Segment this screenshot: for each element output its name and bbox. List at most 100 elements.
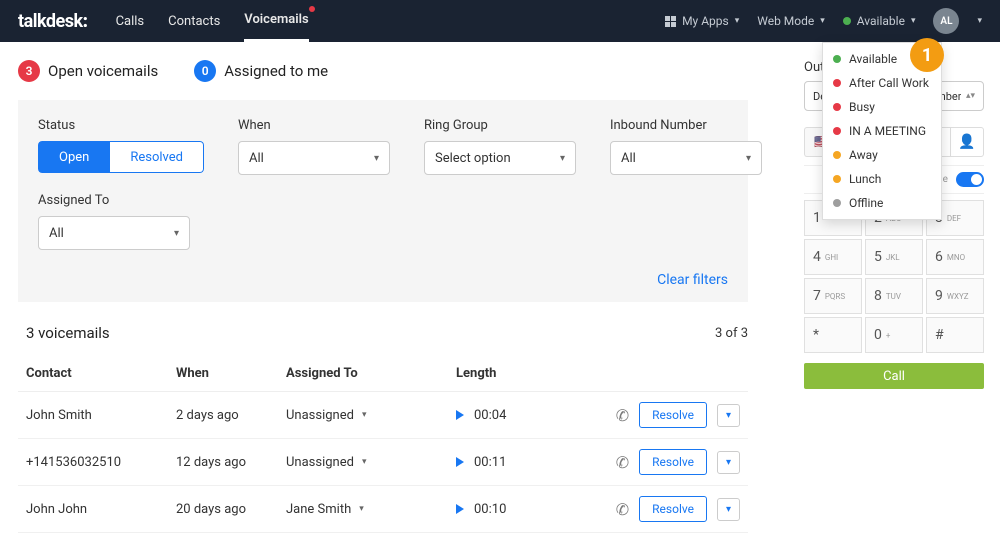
avatar[interactable]: AL (933, 8, 959, 34)
dialpad-key[interactable]: * (804, 317, 862, 353)
nav-contacts[interactable]: Contacts (168, 0, 220, 42)
dialpad-key[interactable]: # (926, 317, 984, 353)
filter-inbound-label: Inbound Number (610, 118, 762, 133)
assigned-value: Jane Smith (286, 502, 351, 517)
web-mode-button[interactable]: Web Mode ▾ (757, 14, 825, 28)
dialpad-key[interactable]: 7PQRS (804, 278, 862, 314)
key-letters: + (886, 331, 891, 340)
phone-icon[interactable]: ✆ (616, 453, 629, 472)
chevron-down-icon: ▾ (362, 410, 367, 420)
status-option-label: Away (849, 148, 878, 162)
key-number: 4 (813, 249, 821, 265)
length-value: 00:11 (474, 455, 506, 470)
play-icon[interactable] (456, 410, 464, 420)
dialpad-key[interactable]: 5 JKL (865, 239, 923, 275)
when-select[interactable]: All ▾ (238, 141, 390, 175)
chevron-down-icon: ▾ (911, 16, 916, 26)
filter-assigned-label: Assigned To (38, 193, 190, 208)
chevron-down-icon: ▾ (560, 153, 565, 164)
ring-group-select[interactable]: Select option ▾ (424, 141, 576, 175)
key-letters: DEF (947, 214, 961, 223)
assigned-value: Unassigned (286, 408, 354, 423)
resolve-button[interactable]: Resolve (639, 402, 707, 428)
inbound-number-select[interactable]: All ▾ (610, 141, 762, 175)
length-value: 00:10 (474, 502, 506, 517)
clear-filters-link[interactable]: Clear filters (657, 272, 728, 288)
person-icon: 👤 (958, 134, 975, 150)
contact-picker-button[interactable]: 👤 (950, 127, 984, 157)
key-letters: WXYZ (947, 292, 969, 301)
dialpad-key[interactable]: 0+ (865, 317, 923, 353)
apps-grid-icon (665, 16, 676, 27)
key-number: 5 (874, 249, 882, 265)
dialpad-key[interactable]: 9WXYZ (926, 278, 984, 314)
cell-when: 2 days ago (176, 408, 286, 423)
assigned-dropdown[interactable]: Unassigned ▾ (286, 455, 456, 470)
table-row: John Smith 2 days ago Unassigned ▾ 00:04… (18, 392, 748, 439)
filter-panel: Status Open Resolved When All ▾ Ring Gro… (18, 100, 748, 302)
chevron-down-icon: ▾ (374, 153, 379, 164)
cell-when: 20 days ago (176, 502, 286, 517)
call-button[interactable]: Call (804, 363, 984, 389)
key-letters: PQRS (825, 292, 845, 301)
assigned-dropdown[interactable]: Unassigned ▾ (286, 408, 456, 423)
status-option-label: After Call Work (849, 76, 929, 90)
phone-icon[interactable]: ✆ (616, 500, 629, 519)
more-actions-button[interactable]: ▾ (717, 498, 740, 521)
updown-icon: ▴▾ (966, 91, 975, 101)
notification-dot-icon (309, 6, 315, 12)
inbound-value: All (621, 151, 636, 166)
status-option[interactable]: Offline (823, 191, 941, 215)
nav-voicemails[interactable]: Voicemails (244, 0, 308, 42)
key-number: 8 (874, 288, 882, 304)
status-resolved-button[interactable]: Resolved (110, 141, 204, 173)
key-letters: JKL (886, 253, 900, 262)
status-indicator-icon (843, 17, 851, 25)
resolve-button[interactable]: Resolve (639, 496, 707, 522)
voicemail-pane: 3 Open voicemails 0 Assigned to me Statu… (0, 42, 788, 550)
cell-contact: John John (26, 502, 176, 517)
status-option-label: Offline (849, 196, 883, 210)
status-open-button[interactable]: Open (38, 141, 110, 173)
cell-length: 00:04 (456, 408, 586, 423)
dialpad-key[interactable]: 6MNO (926, 239, 984, 275)
chevron-down-icon: ▾ (359, 504, 364, 514)
status-option[interactable]: Lunch (823, 167, 941, 191)
status-dot-icon (833, 175, 841, 183)
my-apps-button[interactable]: My Apps ▾ (665, 14, 739, 28)
key-letters: GHI (825, 253, 838, 262)
play-icon[interactable] (456, 504, 464, 514)
tab-assigned-to-me[interactable]: Assigned to me (224, 62, 328, 80)
voicemail-tabs: 3 Open voicemails 0 Assigned to me (18, 60, 788, 82)
chevron-down-icon: ▾ (735, 16, 740, 26)
tab-open-voicemails[interactable]: Open voicemails (48, 62, 158, 80)
cell-when: 12 days ago (176, 455, 286, 470)
assigned-to-select[interactable]: All ▾ (38, 216, 190, 250)
status-option-label: Available (849, 52, 897, 66)
cell-length: 00:10 (456, 502, 586, 517)
key-number: 0 (874, 327, 882, 343)
status-option[interactable]: After Call Work (823, 71, 941, 95)
phone-icon[interactable]: ✆ (616, 406, 629, 425)
key-letters: MNO (947, 253, 965, 262)
annotation-badge: 1 (910, 38, 944, 72)
assigned-count-badge: 0 (194, 60, 216, 82)
status-button[interactable]: Available ▾ (843, 14, 916, 28)
chevron-down-icon[interactable]: ▾ (977, 16, 982, 26)
more-actions-button[interactable]: ▾ (717, 451, 740, 474)
resolve-button[interactable]: Resolve (639, 449, 707, 475)
status-option[interactable]: IN A MEETING (823, 119, 941, 143)
status-option[interactable]: Busy (823, 95, 941, 119)
status-option-label: IN A MEETING (849, 124, 926, 138)
autocomplete-toggle[interactable] (956, 172, 984, 187)
dialpad-key[interactable]: 4 GHI (804, 239, 862, 275)
nav-calls[interactable]: Calls (116, 0, 145, 42)
app-header: talkdesk: Calls Contacts Voicemails My A… (0, 0, 1000, 42)
assigned-dropdown[interactable]: Jane Smith ▾ (286, 502, 456, 517)
status-option[interactable]: Away (823, 143, 941, 167)
key-letters: TUV (886, 292, 901, 301)
more-actions-button[interactable]: ▾ (717, 404, 740, 427)
dialpad-key[interactable]: 8 TUV (865, 278, 923, 314)
play-icon[interactable] (456, 457, 464, 467)
status-option-label: Busy (849, 100, 875, 114)
